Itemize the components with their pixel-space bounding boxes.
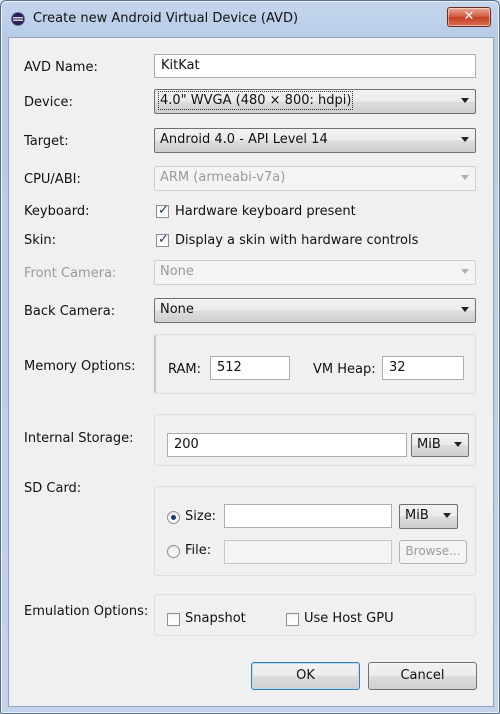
front-camera-label: Front Camera: — [24, 266, 117, 281]
internal-storage-label: Internal Storage: — [24, 431, 134, 446]
back-camera-dropdown[interactable]: None — [154, 298, 476, 323]
skin-label: Skin: — [24, 233, 57, 248]
target-label: Target: — [24, 134, 69, 149]
chevron-down-icon — [461, 307, 469, 312]
device-value: 4.0" WVGA (480 × 800: hdpi) — [157, 91, 354, 110]
radio-selected-dot — [171, 515, 176, 520]
checkmark-icon: ✓ — [158, 203, 169, 218]
use-host-gpu-checkbox[interactable] — [286, 613, 299, 626]
memory-options-group: RAM: 512 VM Heap: 32 — [154, 334, 476, 394]
emulation-options-group: Snapshot Use Host GPU — [154, 594, 476, 636]
checkmark-icon: ✓ — [158, 232, 169, 247]
internal-storage-unit-value: MiB — [417, 437, 441, 452]
chevron-down-icon — [461, 269, 469, 274]
keyboard-label: Keyboard: — [24, 204, 90, 219]
vm-heap-input[interactable]: 32 — [382, 356, 464, 380]
chevron-down-icon — [454, 442, 462, 447]
sd-card-group: Size: MiB File: Browse... — [154, 486, 476, 576]
emulation-options-label: Emulation Options: — [24, 604, 149, 619]
chevron-down-icon — [461, 137, 469, 142]
internal-storage-unit-dropdown[interactable]: MiB — [411, 433, 469, 457]
keyboard-checkbox[interactable]: ✓ — [156, 203, 169, 218]
keyboard-checkbox-label[interactable]: Hardware keyboard present — [175, 204, 356, 219]
ok-button[interactable]: OK — [251, 662, 360, 690]
sd-file-label[interactable]: File: — [185, 543, 211, 558]
sd-size-unit-value: MiB — [405, 508, 429, 523]
target-dropdown[interactable]: Android 4.0 - API Level 14 — [154, 128, 476, 153]
back-camera-label: Back Camera: — [24, 304, 116, 319]
internal-storage-input[interactable]: 200 — [167, 433, 407, 457]
device-dropdown[interactable]: 4.0" WVGA (480 × 800: hdpi) — [154, 89, 476, 114]
avd-name-label: AVD Name: — [24, 60, 98, 75]
skin-checkbox-label[interactable]: Display a skin with hardware controls — [175, 233, 418, 248]
device-label: Device: — [24, 95, 73, 110]
vm-heap-label: VM Heap: — [313, 362, 376, 377]
avd-dialog-window: Create new Android Virtual Device (AVD) … — [0, 0, 500, 714]
target-value: Android 4.0 - API Level 14 — [160, 132, 328, 147]
eclipse-app-icon — [11, 12, 25, 26]
front-camera-dropdown[interactable]: None — [154, 260, 476, 285]
cpu-abi-dropdown[interactable]: ARM (armeabi-v7a) — [154, 166, 476, 191]
memory-options-label: Memory Options: — [24, 359, 136, 374]
window-title: Create new Android Virtual Device (AVD) — [33, 11, 299, 26]
sd-size-label[interactable]: Size: — [185, 509, 216, 524]
ram-label: RAM: — [168, 362, 201, 377]
back-camera-value: None — [160, 302, 194, 317]
chevron-down-icon — [443, 513, 451, 518]
title-bar[interactable]: Create new Android Virtual Device (AVD) … — [1, 1, 499, 37]
front-camera-value: None — [160, 264, 194, 279]
cancel-button[interactable]: Cancel — [368, 662, 477, 690]
sd-size-input[interactable] — [224, 504, 392, 528]
use-host-gpu-label[interactable]: Use Host GPU — [304, 611, 394, 626]
snapshot-label[interactable]: Snapshot — [185, 611, 246, 626]
chevron-down-icon — [461, 175, 469, 180]
chevron-down-icon — [461, 98, 469, 103]
skin-checkbox[interactable]: ✓ — [156, 232, 169, 247]
ram-input[interactable]: 512 — [210, 356, 290, 380]
internal-storage-group: 200 MiB — [154, 414, 476, 466]
sd-size-radio[interactable] — [167, 511, 180, 524]
sd-file-radio[interactable] — [167, 545, 180, 558]
sd-file-input[interactable] — [224, 540, 392, 564]
cpu-abi-label: CPU/ABI: — [24, 172, 81, 187]
close-icon[interactable]: ✕ — [447, 7, 491, 27]
dialog-client-area: AVD Name: KitKat Device: 4.0" WVGA (480 … — [8, 37, 494, 707]
snapshot-checkbox[interactable] — [167, 613, 180, 626]
browse-button[interactable]: Browse... — [399, 540, 467, 564]
cpu-abi-value: ARM (armeabi-v7a) — [160, 170, 286, 185]
sd-size-unit-dropdown[interactable]: MiB — [399, 504, 458, 529]
avd-name-input[interactable]: KitKat — [154, 54, 476, 78]
sd-card-label: SD Card: — [24, 481, 82, 496]
